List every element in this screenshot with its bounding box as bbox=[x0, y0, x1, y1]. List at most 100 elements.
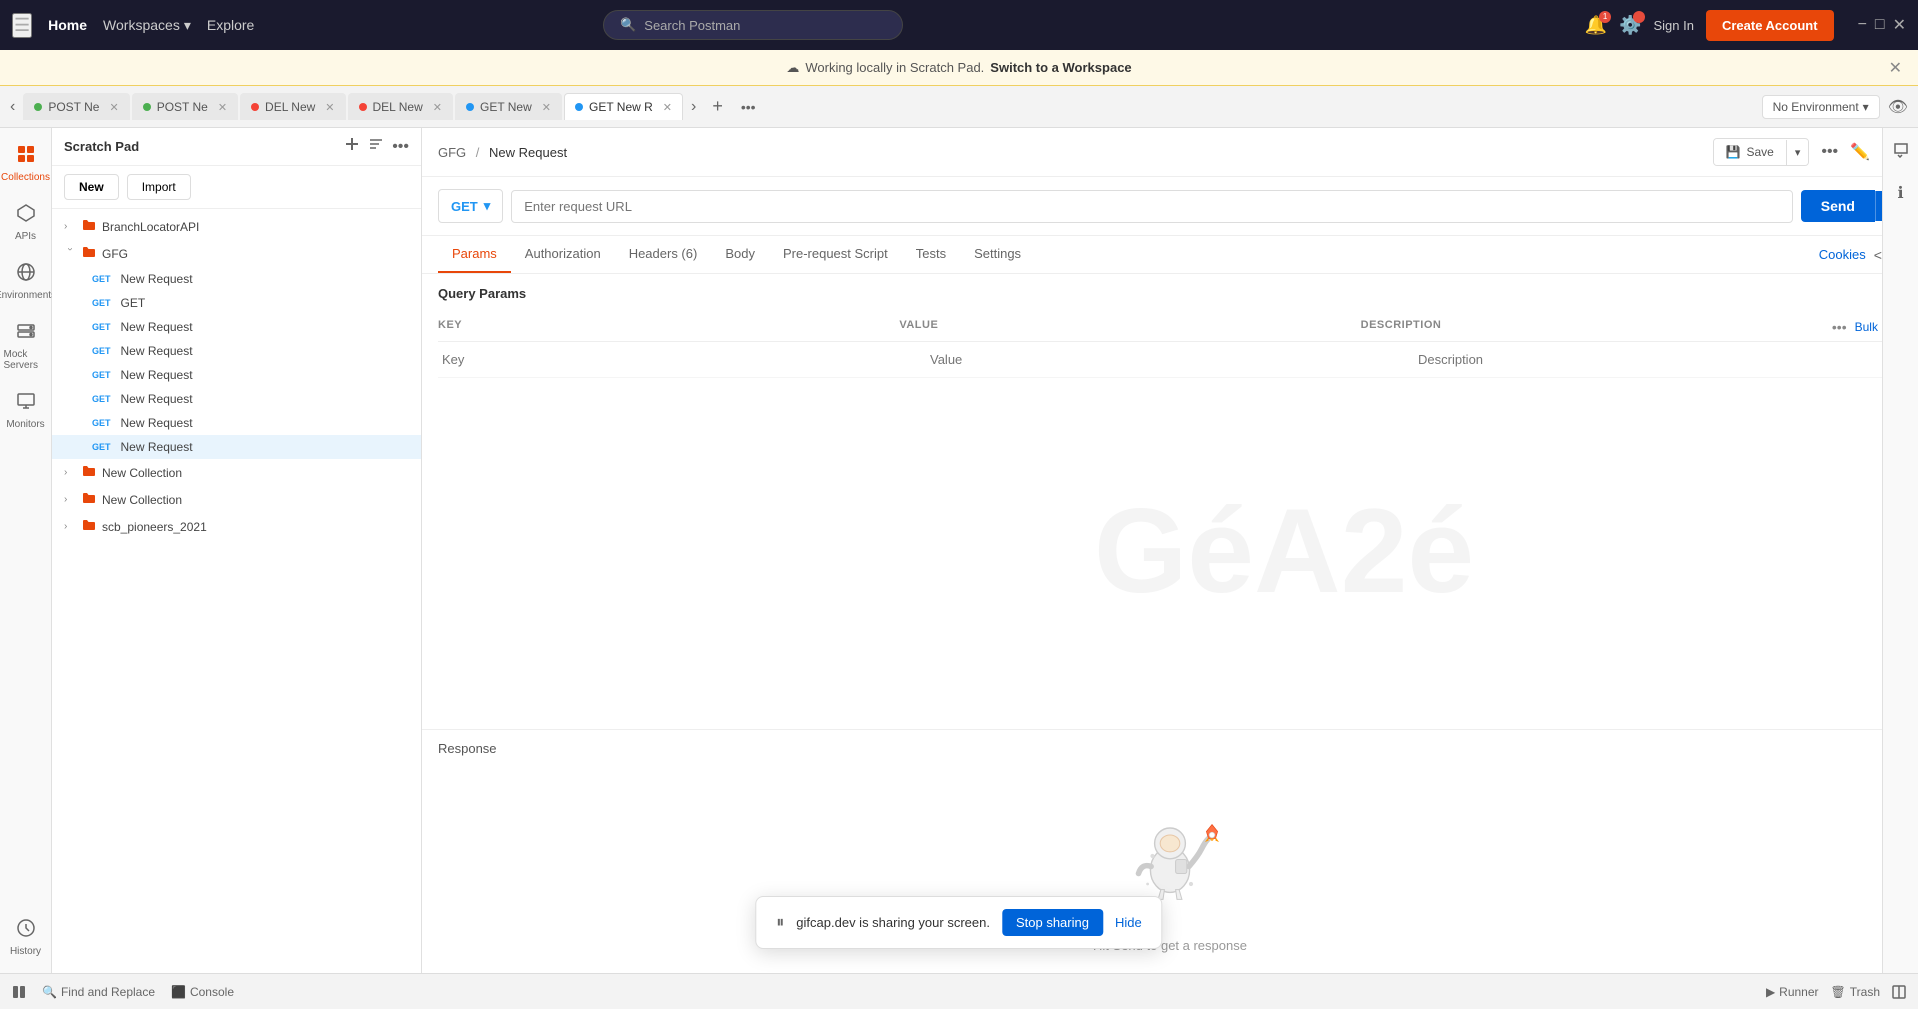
tab-pre-request-script[interactable]: Pre-request Script bbox=[769, 236, 902, 273]
add-tab-button[interactable]: + bbox=[704, 92, 731, 121]
request-gfg-get[interactable]: GET GET bbox=[52, 291, 421, 315]
layout-toggle-button[interactable] bbox=[12, 985, 26, 999]
sidebar-item-monitors[interactable]: Monitors bbox=[0, 383, 52, 438]
runner-button[interactable]: ▶ Runner bbox=[1766, 985, 1819, 999]
tab-del-new-2[interactable]: DEL New ✕ bbox=[348, 93, 453, 120]
maximize-button[interactable]: □ bbox=[1875, 15, 1885, 35]
tab-close-icon[interactable]: ✕ bbox=[663, 101, 672, 114]
settings-button[interactable]: ⚙️ bbox=[1619, 15, 1641, 36]
request-gfg-new-7[interactable]: GET New Request bbox=[52, 435, 421, 459]
send-button[interactable]: Send bbox=[1801, 190, 1875, 222]
method-badge: GET bbox=[88, 417, 115, 429]
edit-description-button[interactable]: ✏️ bbox=[1850, 142, 1870, 162]
tab-body[interactable]: Body bbox=[711, 236, 769, 273]
tab-close-icon[interactable]: ✕ bbox=[325, 101, 334, 114]
stop-sharing-button[interactable]: Stop sharing bbox=[1002, 909, 1103, 936]
new-button[interactable]: New bbox=[64, 174, 119, 200]
sign-in-button[interactable]: Sign In bbox=[1653, 18, 1693, 33]
split-view-button[interactable] bbox=[1892, 985, 1906, 999]
apis-label: APIs bbox=[15, 231, 36, 242]
sidebar-item-collections[interactable]: Collections bbox=[0, 136, 52, 191]
tab-authorization[interactable]: Authorization bbox=[511, 236, 615, 273]
cookies-button[interactable]: Cookies bbox=[1819, 247, 1866, 262]
request-gfg-new-4[interactable]: GET New Request bbox=[52, 363, 421, 387]
breadcrumb-parent[interactable]: GFG bbox=[438, 145, 466, 160]
mock-servers-label: Mock Servers bbox=[4, 349, 48, 371]
search-icon: 🔍 bbox=[620, 17, 636, 33]
save-button[interactable]: 💾 Save bbox=[1714, 139, 1786, 165]
collection-scb-pioneers[interactable]: › scb_pioneers_2021 bbox=[52, 513, 421, 540]
bottom-bar: 🔍 Find and Replace ⬛ Console ▶ Runner 🗑 … bbox=[0, 973, 1918, 1009]
monitors-icon bbox=[16, 391, 36, 416]
trash-button[interactable]: 🗑 Trash bbox=[1831, 985, 1880, 999]
tab-close-icon[interactable]: ✕ bbox=[218, 101, 227, 114]
collection-branch-locator[interactable]: › BranchLocatorAPI bbox=[52, 213, 421, 240]
tab-close-icon[interactable]: ✕ bbox=[109, 101, 118, 114]
tab-settings[interactable]: Settings bbox=[960, 236, 1035, 273]
close-button[interactable]: ✕ bbox=[1893, 15, 1906, 35]
pause-icon: ⏸ bbox=[776, 914, 784, 932]
tabs-next-arrow[interactable]: › bbox=[685, 94, 702, 120]
close-banner-button[interactable]: ✕ bbox=[1889, 58, 1902, 78]
more-tabs-button[interactable]: ••• bbox=[733, 95, 764, 119]
import-button[interactable]: Import bbox=[127, 174, 191, 200]
create-account-button[interactable]: Create Account bbox=[1706, 10, 1834, 41]
tab-get-new-r[interactable]: GET New R ✕ bbox=[564, 93, 683, 120]
request-gfg-new-6[interactable]: GET New Request bbox=[52, 411, 421, 435]
params-more-button[interactable]: ••• bbox=[1832, 319, 1847, 335]
sidebar-item-apis[interactable]: APIs bbox=[0, 195, 52, 250]
nav-workspaces[interactable]: Workspaces ▾ bbox=[103, 17, 191, 34]
tab-close-icon[interactable]: ✕ bbox=[542, 101, 551, 114]
tab-del-new-1[interactable]: DEL New ✕ bbox=[240, 93, 345, 120]
hide-toast-button[interactable]: Hide bbox=[1115, 915, 1142, 930]
description-input[interactable] bbox=[1414, 350, 1902, 369]
sidebar-item-environments[interactable]: Environments bbox=[0, 254, 52, 309]
tab-post-new-1[interactable]: POST Ne ✕ bbox=[23, 93, 129, 120]
nav-explore[interactable]: Explore bbox=[207, 17, 254, 33]
console-button[interactable]: ⬛ Console bbox=[171, 985, 234, 999]
new-collection-button[interactable] bbox=[344, 136, 360, 157]
tab-close-icon[interactable]: ✕ bbox=[433, 101, 442, 114]
sidebar-item-mock-servers[interactable]: Mock Servers bbox=[0, 313, 52, 379]
tab-get-new[interactable]: GET New ✕ bbox=[455, 93, 562, 120]
method-badge: GET bbox=[88, 273, 115, 285]
response-header[interactable]: Response ▾ bbox=[422, 730, 1918, 766]
sidebar-item-history[interactable]: History bbox=[0, 910, 52, 965]
request-gfg-new-2[interactable]: GET New Request bbox=[52, 315, 421, 339]
minimize-button[interactable]: − bbox=[1858, 15, 1867, 35]
tab-params[interactable]: Params bbox=[438, 236, 511, 273]
collection-new-2[interactable]: › New Collection bbox=[52, 486, 421, 513]
request-more-button[interactable]: ••• bbox=[1821, 143, 1838, 161]
request-gfg-new-3[interactable]: GET New Request bbox=[52, 339, 421, 363]
value-input[interactable] bbox=[926, 350, 1414, 369]
switch-workspace-link[interactable]: Switch to a Workspace bbox=[990, 60, 1131, 75]
notifications-button[interactable]: 🔔 1 bbox=[1585, 15, 1607, 36]
info-button[interactable]: ℹ bbox=[1891, 177, 1909, 209]
expand-icon: › bbox=[64, 467, 76, 478]
url-input[interactable] bbox=[511, 190, 1792, 223]
sort-collections-button[interactable] bbox=[368, 136, 384, 157]
nav-home[interactable]: Home bbox=[48, 17, 87, 33]
search-bar[interactable]: 🔍 Search Postman bbox=[603, 10, 903, 40]
tab-post-new-2[interactable]: POST Ne ✕ bbox=[132, 93, 238, 120]
tab-headers[interactable]: Headers (6) bbox=[615, 236, 712, 273]
settings-badge bbox=[1633, 11, 1645, 23]
scratch-pad-banner: ☁ Working locally in Scratch Pad. Switch… bbox=[0, 50, 1918, 86]
environment-eye-button[interactable]: 👁 bbox=[1882, 93, 1914, 121]
method-selector[interactable]: GET ▾ bbox=[438, 189, 503, 223]
hamburger-menu[interactable]: ☰ bbox=[12, 13, 32, 38]
comments-button[interactable] bbox=[1887, 136, 1915, 169]
tabs-prev-arrow[interactable]: ‹ bbox=[4, 94, 21, 120]
tab-tests[interactable]: Tests bbox=[902, 236, 960, 273]
breadcrumb-separator: / bbox=[476, 145, 480, 160]
key-input[interactable] bbox=[438, 350, 926, 369]
environment-selector[interactable]: No Environment ▾ bbox=[1762, 95, 1880, 119]
collection-gfg[interactable]: › GFG bbox=[52, 240, 421, 267]
collection-new-1[interactable]: › New Collection bbox=[52, 459, 421, 486]
save-dropdown-button[interactable]: ▾ bbox=[1786, 140, 1809, 165]
request-gfg-new-1[interactable]: GET New Request bbox=[52, 267, 421, 291]
method-badge: GET bbox=[88, 321, 115, 333]
find-replace-button[interactable]: 🔍 Find and Replace bbox=[42, 985, 155, 999]
more-collections-button[interactable]: ••• bbox=[392, 138, 409, 156]
request-gfg-new-5[interactable]: GET New Request bbox=[52, 387, 421, 411]
